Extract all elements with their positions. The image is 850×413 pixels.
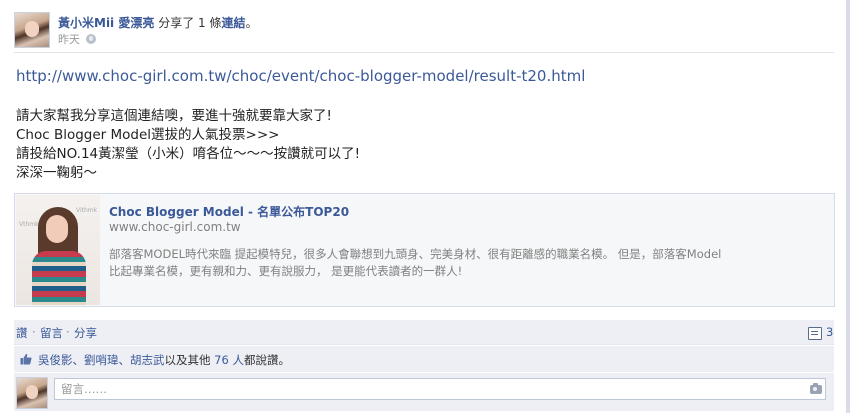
comment-count[interactable]: 3 xyxy=(826,325,833,339)
link-attachment[interactable]: Vthmk Vithmk Choc Blogger Model - 名單公布TO… xyxy=(14,193,835,307)
thumbs-up-icon xyxy=(20,353,32,365)
separator-dot: · xyxy=(32,325,36,339)
post-timestamp: 昨天 xyxy=(58,31,96,47)
like-link[interactable]: 讚 xyxy=(16,325,28,341)
divider xyxy=(14,52,834,53)
likes-suffix: 都說讚。 xyxy=(243,353,290,367)
story-text: 分享了 1 條 xyxy=(158,16,222,30)
message-line-1: 請大家幫我分享這個連結噢，要進十強就要靠大家了! xyxy=(16,108,332,124)
separator-dot: · xyxy=(66,325,70,339)
timestamp-link[interactable]: 昨天 xyxy=(58,33,80,46)
message-line-3: 請投給NO.14黃潔瑩（小米）唷各位～～～按讚就可以了! xyxy=(16,146,361,162)
attachment-domain: www.choc-girl.com.tw xyxy=(109,220,241,234)
likes-middle-text: 以及其他 xyxy=(164,353,211,367)
story-line: 黃小米Mii 愛漂亮 分享了 1 條連結。 xyxy=(58,14,257,31)
story-period: 。 xyxy=(245,16,258,30)
thumb-brand-text-2: Vithmk xyxy=(76,207,98,214)
link-word[interactable]: 連結 xyxy=(221,16,245,30)
post-header: 黃小米Mii 愛漂亮 分享了 1 條連結。 昨天 xyxy=(14,12,834,48)
comment-count-icon[interactable] xyxy=(808,327,822,340)
likes-bar: 吳俊影、劉哨瑋、胡志武以及其他 76 人都說讚。 xyxy=(14,346,834,372)
likes-others-link[interactable]: 76 人 xyxy=(214,353,244,367)
likes-summary: 吳俊影、劉哨瑋、胡志武以及其他 76 人都說讚。 xyxy=(38,352,290,368)
attachment-thumbnail[interactable]: Vthmk Vithmk xyxy=(16,195,100,305)
shared-url-link[interactable]: http://www.choc-girl.com.tw/choc/event/c… xyxy=(16,67,585,85)
liker-names[interactable]: 吳俊影、劉哨瑋、胡志武 xyxy=(38,353,165,367)
attachment-desc-line-1: 部落客MODEL時代來臨 提起模特兒，很多人會聯想到九頭身、完美身材、很有距離感… xyxy=(109,247,722,261)
globe-icon xyxy=(86,34,96,44)
camera-icon[interactable] xyxy=(810,383,822,394)
attachment-desc-line-2: 比起專業名模，更有親和力、更有說服力， 是更能代表讀者的一群人! xyxy=(109,264,463,278)
window-edge xyxy=(846,0,850,413)
comment-link[interactable]: 留言 xyxy=(40,325,63,341)
thumb-brand-text: Vthmk xyxy=(19,221,39,228)
attachment-title-link[interactable]: Choc Blogger Model - 名單公布TOP20 xyxy=(109,203,349,220)
action-bar: 讚 · 留言 · 分享 3 xyxy=(14,320,834,345)
share-link[interactable]: 分享 xyxy=(74,325,97,341)
message-line-4: 深深一鞠躬～ xyxy=(16,165,97,181)
author-avatar[interactable] xyxy=(14,12,50,48)
message-line-2: Choc Blogger Model選拔的人氣投票>>> xyxy=(16,127,280,143)
comment-composer xyxy=(14,373,834,411)
comment-input[interactable] xyxy=(54,378,826,400)
viewer-avatar xyxy=(16,377,48,409)
author-name-link[interactable]: 黃小米Mii 愛漂亮 xyxy=(58,16,154,30)
